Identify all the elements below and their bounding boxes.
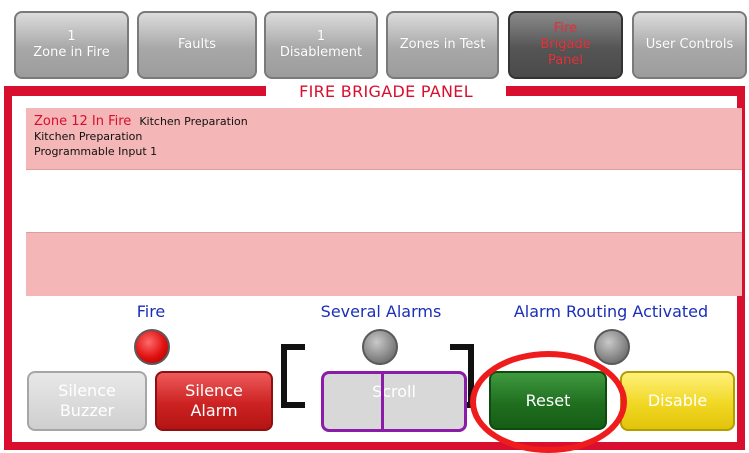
scroll-button[interactable]: Scroll bbox=[321, 371, 467, 432]
several-alarms-label: Several Alarms bbox=[320, 302, 442, 321]
button-label-line1: Silence bbox=[185, 381, 243, 400]
alarm-zone-name: Kitchen Preparation bbox=[139, 115, 248, 128]
tab-zone-in-fire[interactable]: 1 Zone in Fire bbox=[14, 11, 129, 79]
tab-count: 1 bbox=[316, 29, 326, 44]
disable-label: Disable bbox=[647, 391, 708, 410]
alarm-list-empty-row bbox=[26, 169, 742, 233]
button-label-line1: Silence bbox=[58, 381, 116, 400]
alarm-routing-led-icon bbox=[594, 329, 630, 365]
several-alarms-led-icon bbox=[362, 329, 398, 365]
tab-label: Faults bbox=[178, 37, 216, 52]
alarm-list-empty-row bbox=[26, 233, 742, 296]
tab-fire-brigade-panel[interactable]: Fire Brigade Panel bbox=[508, 11, 623, 79]
tab-label: User Controls bbox=[645, 37, 734, 52]
tab-user-controls[interactable]: User Controls bbox=[632, 11, 747, 79]
silence-buzzer-button[interactable]: Silence Buzzer bbox=[27, 371, 147, 431]
disable-button[interactable]: Disable bbox=[620, 371, 735, 431]
tab-faults[interactable]: Faults bbox=[137, 11, 257, 79]
alarm-detail-location: Kitchen Preparation bbox=[34, 130, 143, 143]
tab-label: Zone in Fire bbox=[33, 45, 110, 60]
tab-label: Zones in Test bbox=[399, 37, 486, 52]
tab-label-line2: Brigade bbox=[540, 37, 591, 52]
alarm-routing-label: Alarm Routing Activated bbox=[513, 302, 709, 321]
scroll-label: Scroll bbox=[372, 382, 416, 401]
alarm-header: Zone 12 In Fire Kitchen Preparation bbox=[34, 114, 734, 129]
tab-bar: 1 Zone in Fire Faults 1 Disablement Zone… bbox=[0, 0, 749, 86]
scroll-divider bbox=[381, 371, 384, 432]
button-label-line2: Alarm bbox=[190, 401, 238, 420]
tab-label: Disablement bbox=[279, 45, 363, 60]
alarm-list-item[interactable]: Zone 12 In Fire Kitchen Preparation Kitc… bbox=[26, 108, 742, 169]
button-label-line2: Buzzer bbox=[59, 401, 115, 420]
tab-count: 1 bbox=[67, 29, 76, 44]
panel-title: FIRE BRIGADE PANEL bbox=[266, 79, 506, 103]
fire-led-icon bbox=[134, 329, 170, 365]
alarm-zone: Zone 12 In Fire bbox=[34, 114, 132, 129]
tab-disablement[interactable]: 1 Disablement bbox=[264, 11, 378, 79]
scroll-bracket-left-icon bbox=[281, 344, 305, 408]
reset-label: Reset bbox=[525, 390, 571, 410]
reset-button[interactable]: Reset bbox=[489, 371, 607, 430]
alarm-detail-input: Programmable Input 1 bbox=[34, 145, 158, 158]
tab-label-line1: Fire bbox=[553, 21, 578, 36]
tab-label-line3: Panel bbox=[547, 53, 584, 68]
tab-zones-in-test[interactable]: Zones in Test bbox=[386, 11, 499, 79]
fire-indicator-label: Fire bbox=[136, 302, 166, 321]
silence-alarm-button[interactable]: Silence Alarm bbox=[155, 371, 273, 431]
